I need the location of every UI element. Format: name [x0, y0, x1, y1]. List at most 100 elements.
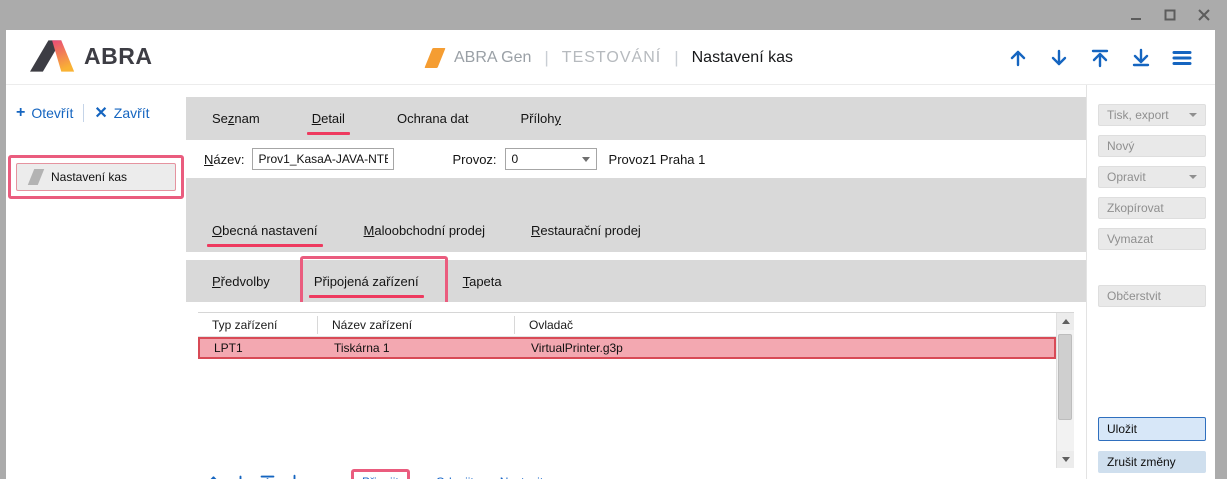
detail-form-row: Název: Provoz: 0 Provoz1 Praha 1 — [186, 140, 1086, 178]
tab-pripojena-zarizeni[interactable]: Připojená zařízení — [314, 274, 419, 289]
chevron-down-icon — [1189, 113, 1197, 117]
document-slash-icon — [28, 169, 44, 185]
name-input[interactable] — [252, 148, 394, 170]
copy-label: Zkopírovat — [1107, 201, 1164, 215]
operation-description: Provoz1 Praha 1 — [609, 152, 706, 167]
open-button[interactable]: + Otevřít — [6, 104, 83, 122]
copy-button[interactable]: Zkopírovat — [1098, 197, 1206, 219]
move-to-bottom-icon[interactable] — [1130, 47, 1152, 69]
connect-link[interactable]: Připojit — [362, 475, 399, 479]
page-title: Nastavení kas — [692, 49, 793, 67]
main-tabbar: Seznam Detail Ochrana dat Přílohy — [186, 97, 1086, 140]
disconnect-link[interactable]: Odpojit — [436, 475, 474, 479]
cell-device-driver: VirtualPrinter.g3p — [517, 341, 1054, 355]
maximize-icon[interactable] — [1161, 6, 1179, 24]
new-button[interactable]: Nový — [1098, 135, 1206, 157]
tab-obecna-nastaveni[interactable]: Obecná nastavení — [212, 223, 318, 238]
operation-dropdown[interactable]: 0 — [505, 148, 597, 170]
logo-text: ABRA — [84, 43, 152, 70]
scroll-down-icon[interactable] — [1057, 451, 1074, 468]
scrollbar-track[interactable] — [1057, 330, 1074, 451]
sidebar-item-label: Nastavení kas — [51, 170, 127, 184]
move-to-bottom-icon[interactable] — [285, 473, 303, 479]
window-title-bar — [0, 0, 1227, 30]
cancel-changes-button[interactable]: Zrušit změny — [1098, 451, 1206, 473]
refresh-button[interactable]: Občerstvit — [1098, 285, 1206, 307]
move-up-icon[interactable] — [1007, 47, 1029, 69]
name-label: Název: — [204, 152, 244, 167]
open-button-label: Otevřít — [31, 105, 73, 121]
app-header: ABRA ABRA Gen | TESTOVÁNÍ | Nastavení ka… — [6, 30, 1215, 85]
edit-button[interactable]: Opravit — [1098, 166, 1206, 188]
chevron-down-icon — [1189, 175, 1197, 179]
devices-grid: Typ zařízení Název zařízení Ovladač LPT1… — [198, 313, 1056, 468]
abra-logo-icon — [30, 40, 76, 72]
delete-button[interactable]: Vymazat — [1098, 228, 1206, 250]
close-icon[interactable] — [1195, 6, 1213, 24]
environment-name: TESTOVÁNÍ — [562, 49, 661, 67]
move-down-icon[interactable] — [1048, 47, 1070, 69]
column-header-ovladac[interactable]: Ovladač — [515, 316, 1056, 334]
table-header-row: Typ zařízení Název zařízení Ovladač — [198, 313, 1056, 337]
operation-value: 0 — [512, 152, 519, 166]
menu-icon[interactable] — [1171, 47, 1193, 69]
device-links: Připojit Odpojit Nastavit — [351, 469, 543, 479]
tab-predvolby[interactable]: Předvolby — [212, 274, 270, 289]
save-button[interactable]: Uložit — [1098, 417, 1206, 441]
devices-table: Typ zařízení Název zařízení Ovladač LPT1… — [198, 312, 1074, 468]
tab-ochrana-dat[interactable]: Ochrana dat — [397, 111, 469, 126]
print-export-button[interactable]: Tisk, export — [1098, 104, 1206, 126]
table-row[interactable]: LPT1 Tiskárna 1 VirtualPrinter.g3p — [198, 337, 1056, 359]
x-icon: ✕ — [94, 103, 107, 123]
document-toolbar: + Otevřít ✕ Zavřít — [6, 101, 186, 125]
sidebar-item-nastaveni-kas[interactable]: Nastavení kas — [16, 163, 176, 191]
device-actions-row: Připojit Odpojit Nastavit — [198, 468, 1074, 479]
scrollbar-thumb[interactable] — [1058, 334, 1072, 420]
close-button-label: Zavřít — [114, 105, 150, 121]
annotation-box-pripojit: Připojit — [351, 469, 410, 479]
tab-prilohy[interactable]: Přílohy — [521, 111, 561, 126]
title-separator: | — [544, 48, 548, 68]
section-tabbar: Obecná nastavení Maloobchodní prodej Res… — [186, 208, 1086, 252]
scroll-up-icon[interactable] — [1057, 313, 1074, 330]
new-label: Nový — [1107, 139, 1134, 153]
header-icons — [1007, 30, 1193, 85]
abra-logo: ABRA — [30, 40, 152, 72]
tab-restauracni-prodej[interactable]: Restaurační prodej — [531, 223, 641, 238]
device-tabbar: Předvolby Připojená zařízení Tapeta — [186, 260, 1086, 302]
devices-pane: Typ zařízení Název zařízení Ovladač LPT1… — [186, 302, 1086, 479]
move-down-icon[interactable] — [231, 473, 249, 479]
chevron-down-icon — [582, 157, 590, 162]
cancel-changes-label: Zrušit změny — [1107, 455, 1176, 469]
save-label: Uložit — [1107, 422, 1137, 436]
reorder-icons — [198, 473, 303, 479]
move-to-top-icon[interactable] — [258, 473, 276, 479]
title-separator: | — [674, 48, 678, 68]
main-panel: Seznam Detail Ochrana dat Přílohy Název:… — [186, 85, 1086, 479]
app-name: ABRA Gen — [454, 49, 531, 67]
refresh-label: Občerstvit — [1107, 289, 1161, 303]
spacer — [186, 252, 1086, 260]
annotation-box-nastaveni-kas: Nastavení kas — [8, 155, 184, 199]
cell-device-type: LPT1 — [200, 341, 320, 355]
setup-link[interactable]: Nastavit — [500, 475, 543, 479]
spacer — [186, 85, 1086, 97]
tab-detail[interactable]: Detail — [312, 111, 345, 126]
column-header-typ-zarizeni[interactable]: Typ zařízení — [198, 316, 318, 334]
tab-seznam[interactable]: Seznam — [212, 111, 260, 126]
window-controls — [1127, 0, 1213, 30]
tab-tapeta[interactable]: Tapeta — [463, 274, 502, 289]
tab-maloobchodni-prodej[interactable]: Maloobchodní prodej — [364, 223, 485, 238]
close-button[interactable]: ✕ Zavřít — [84, 103, 159, 123]
cell-device-name: Tiskárna 1 — [320, 341, 517, 355]
move-to-top-icon[interactable] — [1089, 47, 1111, 69]
move-up-icon[interactable] — [204, 473, 222, 479]
plus-icon: + — [16, 104, 25, 122]
right-panel: Tisk, export Nový Opravit Zkopírovat Vym… — [1086, 85, 1215, 479]
print-export-label: Tisk, export — [1107, 108, 1169, 122]
vertical-scrollbar[interactable] — [1056, 313, 1074, 468]
header-title-group: ABRA Gen | TESTOVÁNÍ | Nastavení kas — [428, 30, 793, 85]
minimize-icon[interactable] — [1127, 6, 1145, 24]
column-header-nazev-zarizeni[interactable]: Název zařízení — [318, 316, 515, 334]
edit-label: Opravit — [1107, 170, 1146, 184]
